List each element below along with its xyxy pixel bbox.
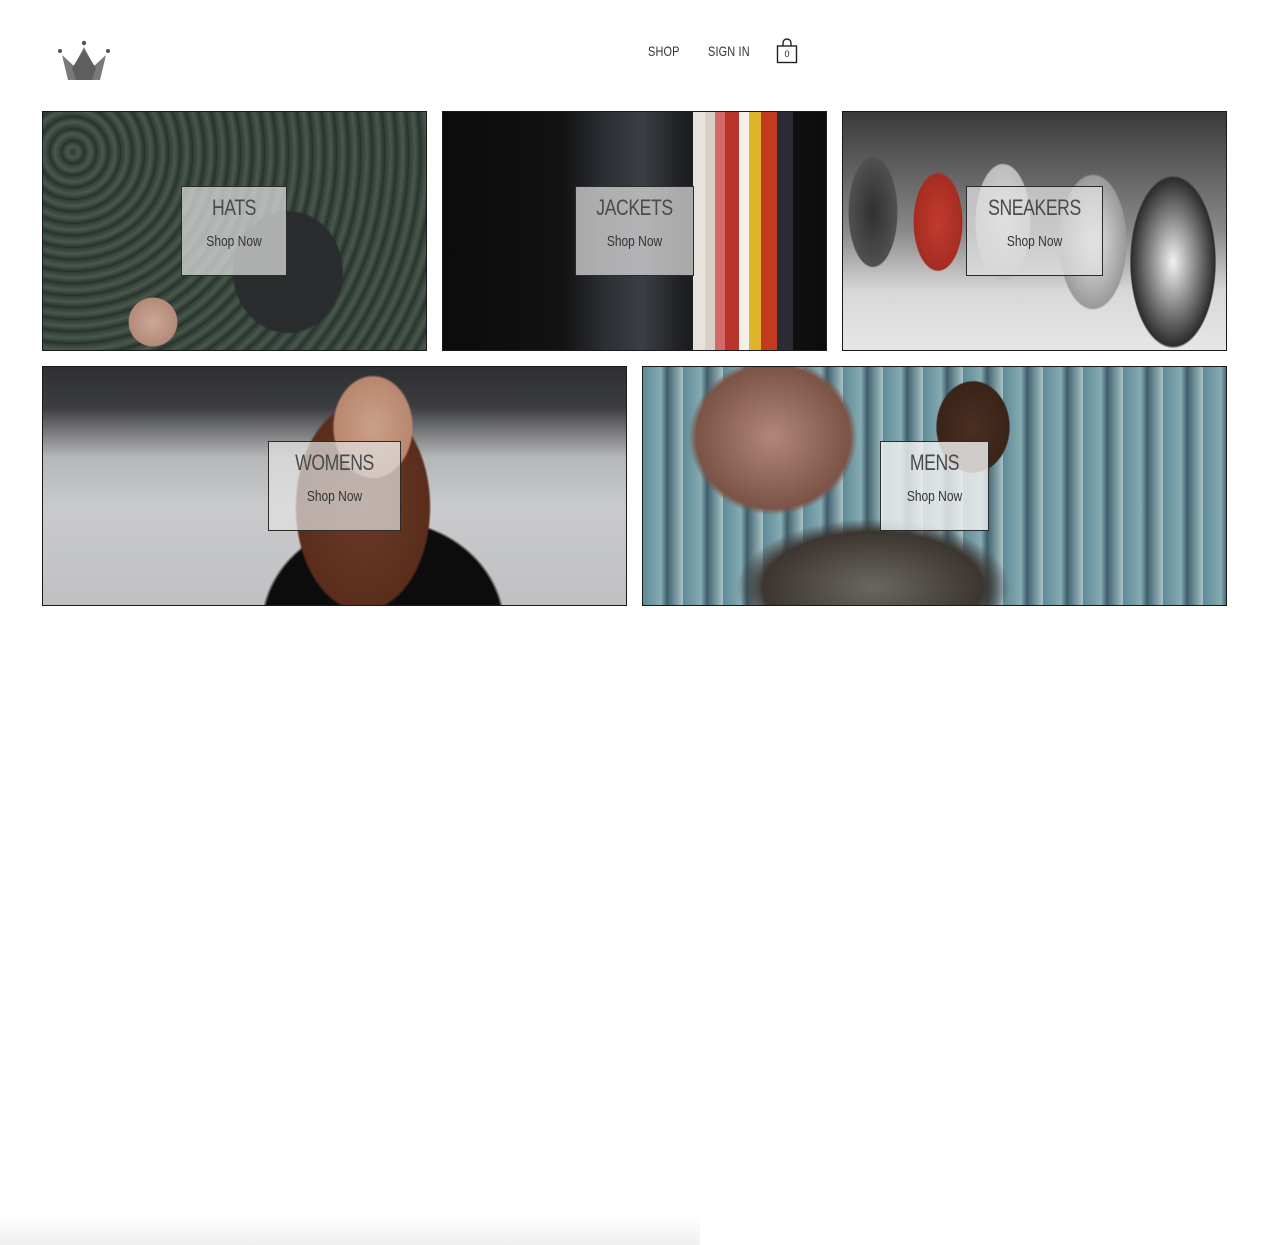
category-shop-now-mens[interactable]: Shop Now	[892, 488, 978, 505]
category-shop-now-sneakers[interactable]: Shop Now	[981, 233, 1089, 250]
cart-count-badge: 0	[784, 49, 790, 59]
category-shop-now-jackets[interactable]: Shop Now	[588, 233, 682, 250]
category-label-box-hats[interactable]: HATS Shop Now	[181, 186, 287, 276]
category-shop-now-hats[interactable]: Shop Now	[192, 233, 275, 250]
category-label-box-jackets[interactable]: JACKETS Shop Now	[575, 186, 694, 276]
home-logo-link[interactable]	[56, 38, 112, 82]
category-tile-mens[interactable]: MENS Shop Now	[642, 366, 1227, 606]
bottom-shadow	[0, 1215, 700, 1245]
category-tile-sneakers[interactable]: SNEAKERS Shop Now	[842, 111, 1227, 351]
category-tile-jackets[interactable]: JACKETS Shop Now	[442, 111, 827, 351]
category-label-box-sneakers[interactable]: SNEAKERS Shop Now	[966, 186, 1103, 276]
category-title-hats: HATS	[211, 195, 257, 220]
category-tile-hats[interactable]: HATS Shop Now	[42, 111, 427, 351]
nav-sign-in-link[interactable]: SIGN IN	[708, 43, 750, 59]
category-title-sneakers: SNEAKERS	[988, 195, 1081, 220]
category-label-box-mens[interactable]: MENS Shop Now	[880, 441, 989, 531]
cart-button[interactable]: 0	[776, 38, 798, 64]
category-tile-womens[interactable]: WOMENS Shop Now	[42, 366, 627, 606]
category-title-mens: MENS	[909, 450, 960, 475]
category-shop-now-womens[interactable]: Shop Now	[282, 488, 387, 505]
category-title-jackets: JACKETS	[596, 195, 673, 220]
category-label-box-womens[interactable]: WOMENS Shop Now	[268, 441, 401, 531]
crown-icon	[58, 40, 110, 80]
nav-shop-link[interactable]: SHOP	[648, 43, 680, 59]
site-header: SHOP SIGN IN 0	[0, 0, 1266, 100]
category-title-womens: WOMENS	[295, 450, 374, 475]
